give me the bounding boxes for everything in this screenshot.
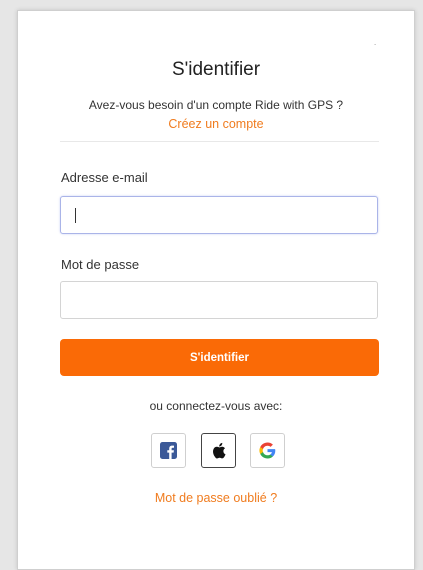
login-dialog: ˙ S'identifier Avez-vous besoin d'un com…	[17, 10, 415, 570]
divider	[60, 141, 379, 142]
signup-link-row: Créez un compte	[18, 117, 414, 131]
social-login-prompt: ou connectez-vous avec:	[149, 399, 283, 413]
sign-in-button[interactable]: S'identifier	[60, 339, 379, 376]
password-field[interactable]	[60, 281, 378, 319]
google-icon	[259, 442, 276, 459]
page-title: S'identifier	[171, 59, 261, 80]
password-label: Mot de passe	[61, 257, 140, 272]
forgot-password-link[interactable]: Mot de passe oublié ?	[155, 491, 277, 505]
facebook-icon	[160, 442, 177, 459]
apple-icon	[213, 442, 226, 459]
forgot-password-row: Mot de passe oublié ?	[18, 491, 414, 505]
email-label: Adresse e-mail	[61, 170, 148, 185]
create-account-link[interactable]: Créez un compte	[168, 117, 263, 131]
facebook-login-button[interactable]	[151, 433, 186, 468]
signup-prompt: Avez-vous besoin d'un compte Ride with G…	[88, 98, 344, 112]
text-caret	[75, 208, 76, 223]
email-field[interactable]	[60, 196, 378, 234]
google-login-button[interactable]	[250, 433, 285, 468]
close-icon[interactable]: ˙	[374, 44, 378, 53]
apple-login-button[interactable]	[201, 433, 236, 468]
